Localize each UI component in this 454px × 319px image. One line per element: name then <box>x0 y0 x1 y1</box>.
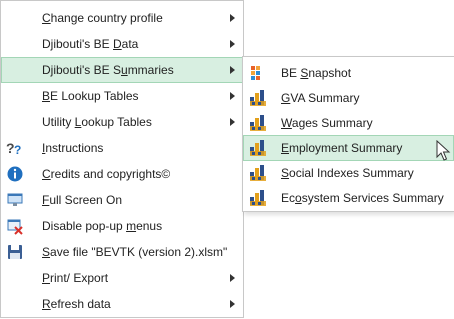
access-key: P <box>42 271 51 285</box>
save-icon <box>6 243 24 261</box>
label-text-after: ata <box>121 37 139 51</box>
label-text-after: hange country profile <box>50 11 163 25</box>
label-text-after: ocial Indexes Summary <box>289 166 414 180</box>
label-text-after: VA Summary <box>290 91 360 105</box>
label-text-after: ages Summary <box>291 116 373 130</box>
mouse-cursor-icon <box>436 140 451 161</box>
label-text-after: E Lookup Tables <box>50 89 139 103</box>
menu-item-utility-lookup-tables[interactable]: Utility Lookup Tables <box>1 109 243 135</box>
menu-item-save-file-bevtk-version-2-xlsm[interactable]: Save file "BEVTK (version 2).xlsm" <box>1 239 243 265</box>
label-text-after: ookup Tables <box>81 115 152 129</box>
label-text-after: rint/ Export <box>50 271 109 285</box>
access-key: S <box>281 166 290 180</box>
menu-item-credits-and-copyrights[interactable]: Credits and copyrights© <box>1 161 243 187</box>
label-text-after: nstructions <box>45 141 104 155</box>
access-key: m <box>126 219 137 233</box>
label-text-after: napshot <box>308 66 352 80</box>
menu-item-label: Save file "BEVTK (version 2).xlsm" <box>42 244 227 260</box>
menu-item-label: Credits and copyrights© <box>42 166 170 182</box>
menu-item-disable-pop-up-menus[interactable]: Disable pop-up menus <box>1 213 243 239</box>
menu-item-label: Disable pop-up menus <box>42 218 162 234</box>
submenu-item-be-snapshot[interactable]: BE Snapshot <box>243 60 454 86</box>
disable-menus-icon <box>6 217 24 235</box>
label-text-before: Utility <box>42 115 75 129</box>
menu-item-refresh-data[interactable]: Refresh data <box>1 291 243 317</box>
summary-chart-icon <box>249 139 267 157</box>
access-key: C <box>42 11 51 25</box>
submenu-item-label: BE Snapshot <box>281 65 351 81</box>
label-text-before: Disable pop-up <box>42 219 127 233</box>
label-text-after: ave file "BEVTK (version 2).xlsm" <box>50 245 228 259</box>
menu-item-label: Full Screen On <box>42 192 122 208</box>
info-icon <box>6 165 24 183</box>
menu-item-label: Djibouti's BE Summaries <box>42 62 174 78</box>
summary-chart-icon <box>249 89 267 107</box>
context-menu: Change country profile Djibouti's BE Data… <box>0 0 244 318</box>
menu-item-print-export[interactable]: Print/ Export <box>1 265 243 291</box>
submenu-item-gva-summary[interactable]: GVA Summary <box>243 85 454 111</box>
access-key: R <box>42 297 51 311</box>
submenu-arrow-icon <box>230 300 235 308</box>
submenu-item-wages-summary[interactable]: Wages Summary <box>243 110 454 136</box>
label-text-after: mmaries <box>127 63 174 77</box>
submenu-arrow-icon <box>230 40 235 48</box>
menu-item-instructions[interactable]: ?? Instructions <box>1 135 243 161</box>
label-text-before: Djibouti's BE S <box>42 63 121 77</box>
menu-item-label: Print/ Export <box>42 270 108 286</box>
access-key: G <box>281 91 291 105</box>
summary-chart-icon <box>249 114 267 132</box>
submenu-arrow-icon <box>230 14 235 22</box>
menu-item-djibouti-s-be-data[interactable]: Djibouti's BE Data <box>1 31 243 57</box>
menu-item-change-country-profile[interactable]: Change country profile <box>1 5 243 31</box>
submenu-arrow-icon <box>230 118 235 126</box>
menu-item-label: BE Lookup Tables <box>42 88 139 104</box>
label-text-after: redits and copyrights© <box>50 167 171 181</box>
label-text-after: ull Screen On <box>49 193 123 207</box>
menu-item-label: Change country profile <box>42 10 163 26</box>
summary-chart-icon <box>249 189 267 207</box>
label-text-before: Ec <box>281 191 296 205</box>
menu-item-be-lookup-tables[interactable]: BE Lookup Tables <box>1 83 243 109</box>
submenu-arrow-icon <box>230 66 235 74</box>
menu-item-label: Refresh data <box>42 296 111 312</box>
menu-item-label: Djibouti's BE Data <box>42 36 138 52</box>
access-key: D <box>113 37 122 51</box>
snapshot-icon <box>249 64 267 82</box>
submenu-arrow-icon <box>230 92 235 100</box>
full-screen-icon <box>6 191 24 209</box>
submenu-arrow-icon <box>230 274 235 282</box>
label-text-after: efresh data <box>50 297 111 311</box>
submenu-item-social-indexes-summary[interactable]: Social Indexes Summary <box>243 160 454 186</box>
label-text-after: system Services Summary <box>301 191 444 205</box>
label-text-after: mployment Summary <box>289 141 403 155</box>
label-text-after: enus <box>136 219 163 233</box>
svg-text:?: ? <box>14 143 21 157</box>
access-key: o <box>295 191 302 205</box>
access-key: W <box>281 116 292 130</box>
access-key: B <box>42 89 51 103</box>
submenu-item-label: Social Indexes Summary <box>281 165 414 181</box>
access-key: S <box>42 245 51 259</box>
label-text-before: Djibouti's BE <box>42 37 113 51</box>
submenu-item-employment-summary[interactable]: Employment Summary <box>243 135 454 161</box>
submenu-item-ecosystem-services-summary[interactable]: Ecosystem Services Summary <box>243 185 454 211</box>
access-key: u <box>121 63 128 77</box>
submenu-item-label: Ecosystem Services Summary <box>281 190 444 206</box>
access-key: C <box>42 167 51 181</box>
summaries-submenu: BE Snapshot GVA Summary Wages Summary Emplo… <box>242 56 454 212</box>
submenu-item-label: Wages Summary <box>281 115 373 131</box>
label-text-before: BE <box>281 66 301 80</box>
help-icon: ?? <box>6 139 24 157</box>
menu-item-full-screen-on[interactable]: Full Screen On <box>1 187 243 213</box>
menu-item-djibouti-s-be-summaries[interactable]: Djibouti's BE Summaries <box>1 57 243 83</box>
submenu-item-label: Employment Summary <box>281 140 402 156</box>
submenu-item-label: GVA Summary <box>281 90 359 106</box>
menu-item-label: Utility Lookup Tables <box>42 114 152 130</box>
access-key: E <box>281 141 290 155</box>
menu-item-label: Instructions <box>42 140 103 156</box>
summary-chart-icon <box>249 164 267 182</box>
